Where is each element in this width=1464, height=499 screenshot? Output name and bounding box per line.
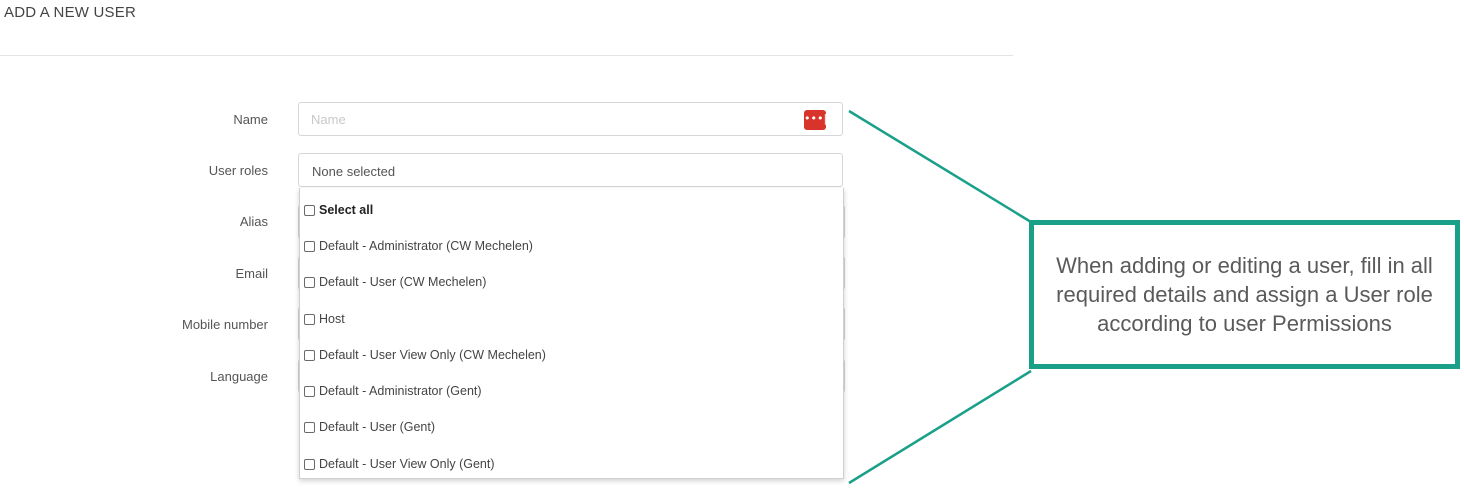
option-label: Default - Administrator (Gent) xyxy=(319,384,482,398)
email-label: Email xyxy=(235,266,268,281)
mobile-number-label: Mobile number xyxy=(182,317,268,332)
option-label: Default - User View Only (Gent) xyxy=(319,457,495,471)
option-role[interactable]: Default - User View Only (CW Mechelen) xyxy=(304,345,546,365)
option-label: Default - User (Gent) xyxy=(319,420,436,434)
option-label: Select all xyxy=(319,203,374,217)
callout-box: When adding or editing a user, fill in a… xyxy=(1029,220,1460,369)
checkbox[interactable] xyxy=(304,385,315,397)
header-divider xyxy=(0,55,1013,56)
option-role[interactable]: Default - User View Only (Gent) xyxy=(304,454,495,474)
callout-line-bottom xyxy=(848,369,1032,485)
callout-line-top xyxy=(848,109,1032,224)
checkbox[interactable] xyxy=(304,240,315,252)
option-role[interactable]: Default - User (CW Mechelen) xyxy=(304,272,486,292)
option-role[interactable]: Host xyxy=(304,309,345,329)
checkbox[interactable] xyxy=(304,349,315,361)
user-roles-select[interactable]: None selected xyxy=(298,153,843,187)
option-role[interactable]: Default - Administrator (CW Mechelen) xyxy=(304,236,533,256)
alias-label: Alias xyxy=(239,214,268,229)
checkbox[interactable] xyxy=(304,313,315,325)
name-field[interactable]: •••| xyxy=(298,102,843,136)
password-manager-icon[interactable]: •••| xyxy=(804,110,827,130)
checkbox[interactable] xyxy=(304,458,315,470)
user-roles-value: None selected xyxy=(312,164,396,179)
option-label: Host xyxy=(319,312,345,326)
user-roles-dropdown[interactable]: Select all Default - Administrator (CW M… xyxy=(299,188,844,479)
option-select-all[interactable]: Select all xyxy=(304,200,373,220)
option-label: Default - User (CW Mechelen) xyxy=(319,275,487,289)
checkbox[interactable] xyxy=(304,421,315,433)
name-label: Name xyxy=(233,112,268,127)
page-title: ADD A NEW USER xyxy=(4,4,136,21)
name-input[interactable] xyxy=(299,103,803,135)
user-roles-label: User roles xyxy=(208,163,268,178)
language-label: Language xyxy=(210,369,268,384)
option-role[interactable]: Default - Administrator (Gent) xyxy=(304,381,482,401)
option-label: Default - User View Only (CW Mechelen) xyxy=(319,348,546,362)
checkbox[interactable] xyxy=(304,204,315,216)
option-label: Default - Administrator (CW Mechelen) xyxy=(319,239,533,253)
option-role[interactable]: Default - User (Gent) xyxy=(304,417,435,437)
checkbox[interactable] xyxy=(304,276,315,288)
